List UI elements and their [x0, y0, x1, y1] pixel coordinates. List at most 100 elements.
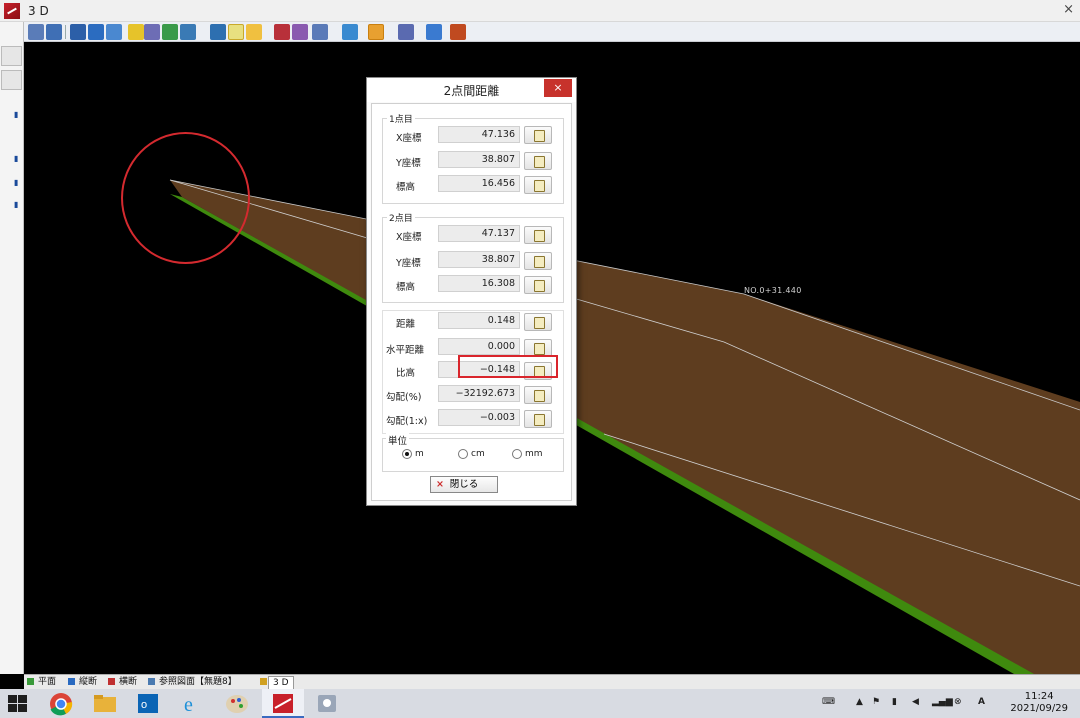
texture-icon[interactable] — [342, 24, 358, 40]
layer-icon[interactable] — [210, 24, 226, 40]
tab-3d[interactable]: 3 D — [268, 676, 294, 689]
side-marker-3: ▮ — [14, 178, 19, 187]
copy-point2-x-button[interactable] — [524, 226, 552, 244]
side-panel-button-2[interactable] — [1, 70, 22, 90]
volume-icon[interactable]: ◀ — [912, 697, 919, 710]
point2-x-value: 47.137 — [438, 225, 520, 242]
horizontal-distance-value: 0.000 — [438, 338, 520, 355]
copy-point2-y-button[interactable] — [524, 252, 552, 270]
point1-x-label: X座標 — [396, 133, 422, 144]
copy-point1-x-button[interactable] — [524, 126, 552, 144]
battery-icon[interactable]: ▮ — [892, 697, 897, 710]
close-dialog-button[interactable]: × 閉じる — [430, 476, 498, 493]
copy-point1-y-button[interactable] — [524, 152, 552, 170]
flag-icon[interactable]: ⚑ — [872, 697, 880, 710]
export-icon[interactable] — [450, 24, 466, 40]
refresh-icon[interactable] — [426, 24, 442, 40]
dialog-close-icon[interactable]: × — [544, 79, 572, 97]
print-icon[interactable] — [28, 24, 44, 40]
point1-title: 1点目 — [387, 112, 415, 125]
tab-profile[interactable]: 縦断 — [79, 676, 97, 689]
cross-section-tab-icon — [108, 678, 115, 685]
point1-y-value: 38.807 — [438, 151, 520, 168]
side-marker-1: ▮ — [14, 110, 19, 119]
view-icon-2[interactable] — [88, 24, 104, 40]
windows-taskbar: o e ⌨ ▲ ⚑ ▮ ◀ ▂▄▆ ⊗ A 11:24 2021/09/29 — [0, 689, 1080, 718]
internet-explorer-icon[interactable]: e — [172, 689, 214, 718]
svg-text:o: o — [141, 699, 147, 711]
point2-title: 2点目 — [387, 211, 415, 224]
view-icon-1[interactable] — [70, 24, 86, 40]
point1-x-value: 47.136 — [438, 126, 520, 143]
copy-point2-z-button[interactable] — [524, 276, 552, 294]
paint-icon[interactable] — [216, 689, 258, 718]
svg-text:e: e — [184, 694, 193, 716]
profile-tab-icon — [68, 678, 75, 685]
view-tab-bar: 平面 縦断 横断 参照図面【無題8】 3 D — [24, 674, 1080, 689]
tab-reference-drawing[interactable]: 参照図面【無題8】 — [159, 676, 237, 689]
grade-percent-label: 勾配(%) — [386, 392, 422, 403]
dialog-body: 1点目 X座標 47.136 Y座標 38.807 標高 16.456 2点目 … — [371, 103, 572, 501]
line-icon[interactable] — [398, 24, 414, 40]
distance-value: 0.148 — [438, 312, 520, 329]
measure-icon[interactable] — [162, 24, 178, 40]
system-clock[interactable]: 11:24 2021/09/29 — [1010, 691, 1068, 715]
chrome-icon[interactable] — [40, 689, 82, 718]
copy-grade-percent-button[interactable] — [524, 386, 552, 404]
signal-icon[interactable]: ▂▄▆ — [932, 697, 953, 710]
surface-icon[interactable] — [292, 24, 308, 40]
unit-mm-radio[interactable] — [512, 449, 522, 459]
point1-y-label: Y座標 — [396, 158, 421, 169]
copy-grade-ratio-button[interactable] — [524, 410, 552, 428]
horizontal-distance-label: 水平距離 — [386, 345, 425, 356]
point2-x-label: X座標 — [396, 232, 422, 243]
unit-cm-radio[interactable] — [458, 449, 468, 459]
tab-cross-section[interactable]: 横断 — [119, 676, 137, 689]
height-difference-highlight — [458, 355, 558, 378]
zoom-icon[interactable] — [46, 24, 62, 40]
side-marker-2: ▮ — [14, 154, 19, 163]
point2-z-value: 16.308 — [438, 275, 520, 292]
point2-z-label: 標高 — [396, 282, 416, 293]
copy-distance-button[interactable] — [524, 313, 552, 331]
ime-icon[interactable]: A — [978, 697, 985, 710]
unit-mm-label[interactable]: mm — [525, 449, 543, 459]
outlook-icon[interactable]: o — [128, 689, 170, 718]
app-icon — [4, 3, 20, 19]
grade-ratio-label: 勾配(1:x) — [386, 416, 428, 427]
point2-y-label: Y座標 — [396, 258, 421, 269]
section-icon[interactable] — [180, 24, 196, 40]
tool-app-icon[interactable] — [306, 689, 348, 718]
point-icon[interactable] — [246, 24, 262, 40]
toolbar — [24, 22, 1080, 42]
show-hidden-icons[interactable]: ▲ — [856, 697, 863, 710]
display-icon[interactable] — [228, 24, 244, 40]
model-icon[interactable] — [274, 24, 290, 40]
clock-time: 11:24 — [1024, 691, 1054, 702]
tab-plan[interactable]: 平面 — [38, 676, 56, 689]
unit-cm-label[interactable]: cm — [471, 449, 485, 459]
settings-icon[interactable] — [144, 24, 160, 40]
start-button[interactable] — [8, 695, 28, 713]
unit-title: 単位 — [386, 433, 410, 447]
distance-icon[interactable] — [368, 24, 384, 40]
point2-y-value: 38.807 — [438, 251, 520, 268]
plan-tab-icon — [27, 678, 34, 685]
distance-label: 距離 — [396, 319, 416, 330]
window-close-button[interactable]: × — [1063, 2, 1074, 17]
reference-tab-icon — [148, 678, 155, 685]
cad-app-taskbar-icon[interactable] — [262, 689, 304, 718]
file-explorer-icon[interactable] — [84, 689, 126, 718]
view-icon-3[interactable] — [106, 24, 122, 40]
copy-point1-z-button[interactable] — [524, 176, 552, 194]
keyboard-icon[interactable]: ⌨ — [822, 697, 835, 710]
box-icon[interactable] — [312, 24, 328, 40]
side-panel-button-1[interactable] — [1, 46, 22, 66]
unit-m-label[interactable]: m — [415, 449, 424, 459]
side-marker-4: ▮ — [14, 200, 19, 209]
light-icon[interactable] — [128, 24, 144, 40]
highlight-circle — [121, 132, 250, 264]
unit-m-radio[interactable] — [402, 449, 412, 459]
close-button-label: 閉じる — [449, 479, 479, 490]
error-icon[interactable]: ⊗ — [954, 697, 962, 710]
